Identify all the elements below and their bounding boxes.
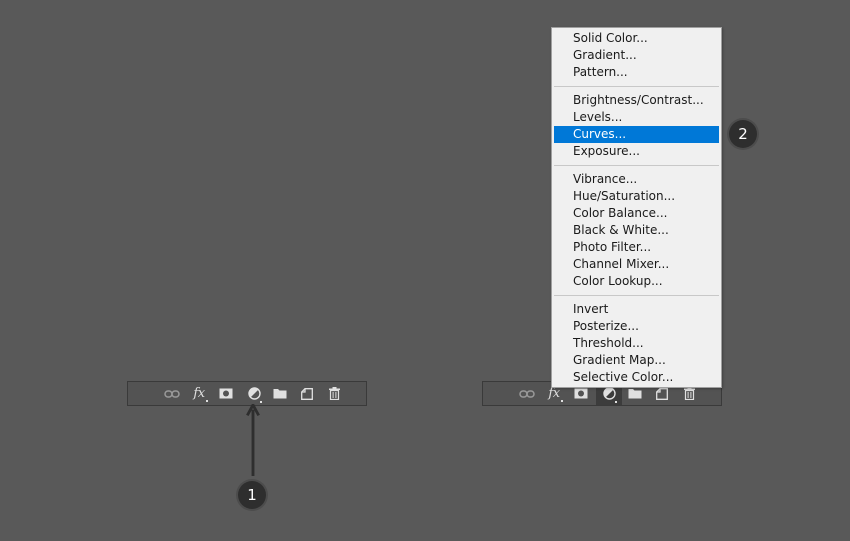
menu-item-pattern[interactable]: Pattern... [554,64,719,81]
menu-item-gradient-map[interactable]: Gradient Map... [554,352,719,369]
step-2-badge: 2 [729,120,757,148]
menu-separator [554,295,719,296]
menu-separator [554,86,719,87]
menu-item-color-balance[interactable]: Color Balance... [554,205,719,222]
new-adjustment-layer-button[interactable] [241,382,267,405]
menu-item-curves[interactable]: Curves... [554,126,719,143]
trash-icon [683,387,695,400]
adjustment-icon [602,387,616,400]
layer-style-button[interactable]: fx [186,382,212,405]
menu-item-selective-color[interactable]: Selective Color... [554,369,719,386]
link-icon [164,389,180,398]
dropdown-indicator [615,401,617,403]
add-mask-button[interactable] [213,382,239,405]
step-1-badge: 1 [238,481,266,509]
link-layers-button[interactable] [514,382,540,405]
layers-panel-toolbar-left: fx [127,381,367,406]
adjustment-layer-menu: Solid Color... Gradient... Pattern... Brigh… [551,27,722,388]
menu-item-channel-mixer[interactable]: Channel Mixer... [554,256,719,273]
dropdown-indicator [260,401,262,403]
menu-item-invert[interactable]: Invert [554,301,719,318]
new-layer-icon [656,387,668,400]
fx-icon: fx [548,386,560,401]
mask-icon [219,388,233,399]
menu-item-vibrance[interactable]: Vibrance... [554,171,719,188]
link-icon [519,389,535,398]
menu-item-color-lookup[interactable]: Color Lookup... [554,273,719,290]
menu-item-solid-color[interactable]: Solid Color... [554,30,719,47]
dropdown-indicator [206,400,208,402]
menu-item-levels[interactable]: Levels... [554,109,719,126]
folder-icon [628,389,642,399]
dropdown-indicator [561,400,563,402]
folder-icon [273,389,287,399]
menu-item-hue-saturation[interactable]: Hue/Saturation... [554,188,719,205]
menu-item-brightness-contrast[interactable]: Brightness/Contrast... [554,92,719,109]
new-layer-icon [301,387,313,400]
link-layers-button[interactable] [159,382,185,405]
menu-separator [554,165,719,166]
menu-item-threshold[interactable]: Threshold... [554,335,719,352]
menu-item-posterize[interactable]: Posterize... [554,318,719,335]
trash-icon [328,387,340,400]
adjustment-icon [247,387,261,400]
fx-icon: fx [193,386,205,401]
new-layer-button[interactable] [294,382,320,405]
arrow-up-icon [246,404,260,476]
new-group-button[interactable] [267,382,293,405]
mask-icon [574,388,588,399]
menu-item-gradient[interactable]: Gradient... [554,47,719,64]
menu-item-exposure[interactable]: Exposure... [554,143,719,160]
delete-layer-button[interactable] [321,382,347,405]
menu-item-black-white[interactable]: Black & White... [554,222,719,239]
menu-item-photo-filter[interactable]: Photo Filter... [554,239,719,256]
